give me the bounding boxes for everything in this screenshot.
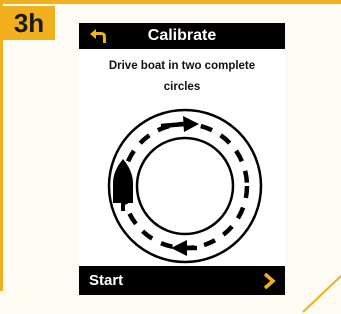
dashed-path	[120, 121, 250, 251]
screen-header: Calibrate	[79, 23, 285, 49]
chevron-right-icon	[263, 272, 276, 290]
instructions-text: Drive boat in two complete circles	[79, 56, 285, 98]
instructions-line-2: circles	[163, 81, 201, 93]
step-badge: 3h	[3, 6, 55, 40]
screen-title: Calibrate	[147, 27, 217, 44]
arrow-left-icon	[171, 240, 197, 256]
inner-ring	[135, 136, 235, 236]
device-screen: Calibrate Drive boat in two complete cir…	[79, 23, 285, 295]
boat-icon	[113, 159, 133, 211]
arrow-right-icon	[160, 116, 199, 132]
back-arrow-icon[interactable]	[87, 26, 109, 46]
instructions-line-1: Drive boat in two complete	[108, 60, 256, 72]
corner-decoration	[302, 275, 341, 313]
figure-frame: 3h Calibrate Drive boat in two complete …	[0, 0, 341, 313]
circle-diagram	[107, 108, 263, 264]
